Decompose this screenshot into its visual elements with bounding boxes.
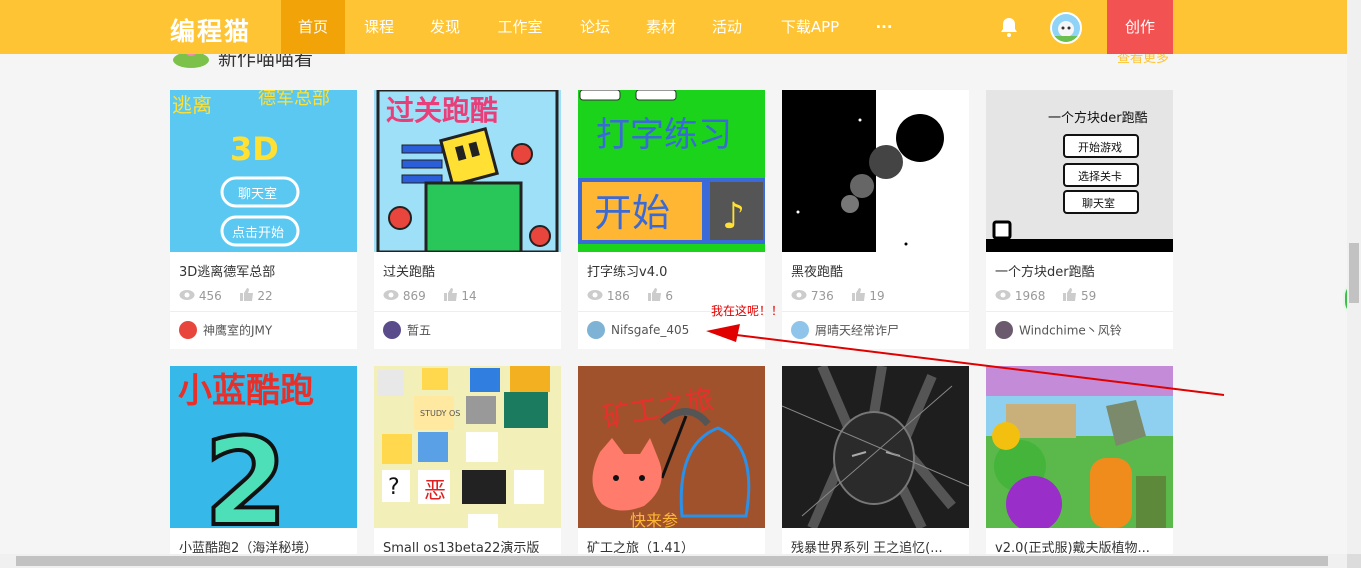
- scrollbar-thumb[interactable]: [1349, 243, 1359, 303]
- horizontal-scrollbar[interactable]: [0, 554, 1347, 568]
- scrollbar-thumb[interactable]: [16, 556, 1328, 566]
- annotation-arrow-icon: [706, 324, 1225, 396]
- vertical-scrollbar[interactable]: [1347, 0, 1361, 554]
- scrollbar-corner: [1347, 554, 1361, 568]
